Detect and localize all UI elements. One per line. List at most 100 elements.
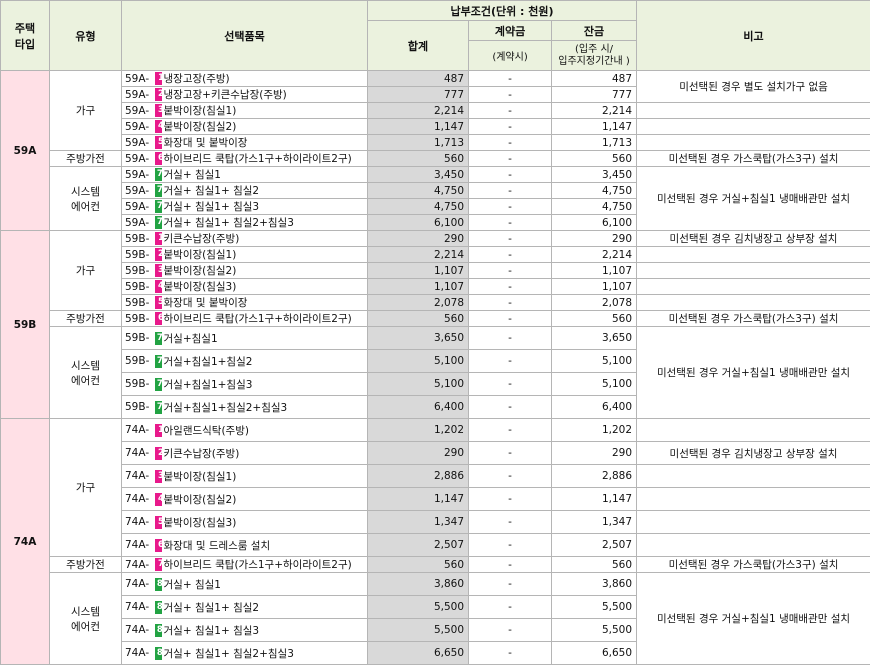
note-cell [637, 511, 870, 534]
item-code: 59B- [125, 378, 155, 390]
total-cell: 2,507 [368, 534, 469, 557]
note-cell: 미선택된 경우 거실+침실1 냉매배관만 설치 [637, 167, 870, 231]
item-name: 붙박이장(침실3) [162, 279, 368, 295]
item-code-cell: 74A-1 [122, 419, 162, 442]
item-code-cell: 59B-2 [122, 247, 162, 263]
item-code: 59A- [125, 121, 155, 133]
item-number-badge: 1 [155, 424, 162, 437]
total-cell: 6,100 [368, 215, 469, 231]
table-row: 59A-5화장대 및 붙박이장1,713-1,713 [1, 135, 870, 151]
item-code: 59A- [125, 169, 155, 181]
item-code-cell: 74A-7 [122, 557, 162, 573]
table-row: 74A-6화장대 및 드레스룸 설치2,507-2,507 [1, 534, 870, 557]
item-code: 59A- [125, 217, 155, 229]
item-name: 하이브리드 쿡탑(가스1구+하이라이트2구) [162, 557, 368, 573]
item-number-badge: 8-1 [155, 578, 162, 591]
item-code: 74A- [125, 601, 155, 613]
balance-cell: 6,650 [552, 642, 637, 665]
item-code: 74A- [125, 470, 155, 482]
balance-cell: 1,107 [552, 279, 637, 295]
item-code: 59A- [125, 185, 155, 197]
category-cell: 가구 [50, 231, 122, 311]
contract-cell: - [469, 327, 552, 350]
header-total: 합계 [368, 21, 469, 71]
note-cell: 미선택된 경우 거실+침실1 냉매배관만 설치 [637, 573, 870, 665]
item-code: 74A- [125, 516, 155, 528]
item-code-cell: 59A-5 [122, 135, 162, 151]
item-number-badge: 4 [155, 120, 162, 133]
item-name: 거실+침실1+침실3 [162, 373, 368, 396]
item-name: 거실+ 침실1+ 침실2+침실3 [162, 642, 368, 665]
balance-cell: 4,750 [552, 199, 637, 215]
total-cell: 560 [368, 557, 469, 573]
balance-cell: 5,100 [552, 373, 637, 396]
contract-cell: - [469, 465, 552, 488]
balance-cell: 5,500 [552, 596, 637, 619]
total-cell: 290 [368, 231, 469, 247]
total-cell: 1,347 [368, 511, 469, 534]
item-code-cell: 74A-6 [122, 534, 162, 557]
item-code: 74A- [125, 578, 155, 590]
contract-cell: - [469, 87, 552, 103]
item-code: 59B- [125, 401, 155, 413]
header-item: 선택품목 [122, 1, 368, 71]
note-cell [637, 534, 870, 557]
item-name: 거실+ 침실1+ 침실2 [162, 596, 368, 619]
item-name: 화장대 및 드레스룸 설치 [162, 534, 368, 557]
item-number-badge: 5 [155, 296, 162, 309]
balance-cell: 6,100 [552, 215, 637, 231]
table-row: 74A-4붙박이장(침실2)1,147-1,147 [1, 488, 870, 511]
header-contract: 계약금 [469, 21, 552, 41]
total-cell: 560 [368, 151, 469, 167]
header-housing-type: 주택 타입 [1, 1, 50, 71]
contract-cell: - [469, 442, 552, 465]
item-name: 하이브리드 쿡탑(가스1구+하이라이트2구) [162, 311, 368, 327]
item-number-badge: 7-4 [155, 216, 162, 229]
note-cell [637, 465, 870, 488]
item-number-badge: 6 [155, 312, 162, 325]
balance-cell: 1,147 [552, 488, 637, 511]
balance-cell: 560 [552, 557, 637, 573]
balance-cell: 2,507 [552, 534, 637, 557]
item-code: 59B- [125, 233, 155, 245]
item-code-cell: 59A-4 [122, 119, 162, 135]
note-cell [637, 119, 870, 135]
balance-cell: 5,100 [552, 350, 637, 373]
table-row: 주방가전59B-6하이브리드 쿡탑(가스1구+하이라이트2구)560-560미선… [1, 311, 870, 327]
item-code: 59B- [125, 313, 155, 325]
item-code-cell: 59B-1 [122, 231, 162, 247]
item-number-badge: 7-2 [155, 355, 162, 368]
contract-cell: - [469, 511, 552, 534]
table-row: 주방가전59A-6하이브리드 쿡탑(가스1구+하이라이트2구)560-560미선… [1, 151, 870, 167]
item-code: 59B- [125, 297, 155, 309]
item-number-badge: 5 [155, 516, 162, 529]
contract-cell: - [469, 557, 552, 573]
table-row: 시스템 에어컨59A-7-1거실+ 침실13,450-3,450미선택된 경우 … [1, 167, 870, 183]
table-row: 59B-2붙박이장(침실1)2,214-2,214 [1, 247, 870, 263]
total-cell: 5,100 [368, 373, 469, 396]
item-code: 59B- [125, 249, 155, 261]
item-code: 59A- [125, 73, 155, 85]
item-code-cell: 59A-1 [122, 71, 162, 87]
contract-cell: - [469, 488, 552, 511]
item-name: 붙박이장(침실1) [162, 103, 368, 119]
total-cell: 290 [368, 442, 469, 465]
contract-cell: - [469, 295, 552, 311]
item-number-badge: 8-3 [155, 624, 162, 637]
balance-cell: 1,107 [552, 263, 637, 279]
item-number-badge: 1 [155, 232, 162, 245]
item-code: 74A- [125, 624, 155, 636]
note-cell: 미선택된 경우 가스쿡탑(가스3구) 설치 [637, 311, 870, 327]
item-code-cell: 74A-8-1 [122, 573, 162, 596]
total-cell: 6,400 [368, 396, 469, 419]
item-code: 74A- [125, 493, 155, 505]
total-cell: 560 [368, 311, 469, 327]
item-name: 붙박이장(침실2) [162, 263, 368, 279]
table-row: 59A가구59A-1냉장고장(주방)487-487미선택된 경우 별도 설치가구… [1, 71, 870, 87]
note-cell: 미선택된 경우 김치냉장고 상부장 설치 [637, 442, 870, 465]
item-name: 붙박이장(침실1) [162, 247, 368, 263]
item-number-badge: 8-2 [155, 601, 162, 614]
item-code-cell: 59A-3 [122, 103, 162, 119]
note-cell: 미선택된 경우 가스쿡탑(가스3구) 설치 [637, 557, 870, 573]
item-name: 거실+ 침실1 [162, 573, 368, 596]
